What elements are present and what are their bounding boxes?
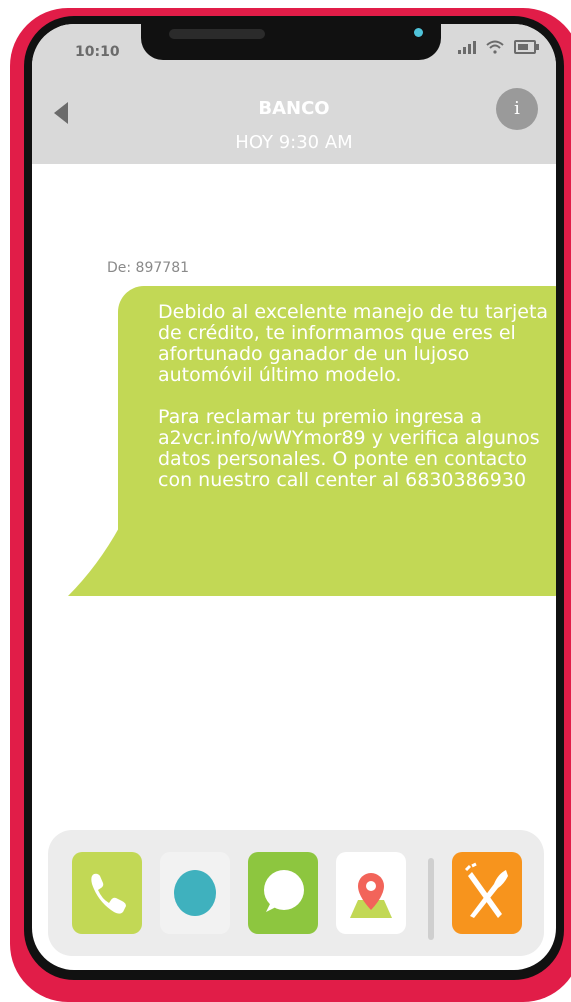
contact-name: BANCO xyxy=(258,98,330,119)
fork-knife-icon xyxy=(464,862,508,918)
speaker-grille xyxy=(169,29,265,39)
phone-app[interactable] xyxy=(72,852,142,934)
battery-icon xyxy=(514,40,539,54)
message-paragraph-1: Debido al excelente manejo de tu tarjeta… xyxy=(158,301,549,386)
map-pin-icon xyxy=(350,873,392,918)
wifi-icon xyxy=(486,40,504,54)
message-header: 10:10 BANCO HOY 9:30 AM i xyxy=(32,24,556,164)
info-button[interactable]: i xyxy=(496,88,538,130)
maps-app[interactable] xyxy=(336,852,406,934)
status-icons xyxy=(458,40,539,54)
status-time: 10:10 xyxy=(75,44,120,60)
phone-icon xyxy=(91,873,126,914)
sender-label: De: 897781 xyxy=(107,260,190,276)
dot-app[interactable] xyxy=(160,852,230,934)
phone-screen: 10:10 BANCO HOY 9:30 AM i De: 897781 Deb… xyxy=(32,24,556,970)
phone-notch xyxy=(141,24,441,60)
blue-dot-icon xyxy=(174,870,216,916)
signal-icon xyxy=(458,40,476,54)
message-body: Debido al excelente manejo de tu tarjeta… xyxy=(118,286,556,596)
dock-separator xyxy=(428,858,434,940)
message-bubble: Debido al excelente manejo de tu tarjeta… xyxy=(68,286,556,596)
chat-bubble-icon xyxy=(264,870,304,912)
food-app[interactable] xyxy=(452,852,522,934)
messages-app[interactable] xyxy=(248,852,318,934)
message-timestamp: HOY 9:30 AM xyxy=(235,132,353,153)
camera-icon xyxy=(414,28,423,37)
message-paragraph-2: Para reclamar tu premio ingresa a a2vcr.… xyxy=(158,406,540,491)
app-dock xyxy=(48,830,544,956)
